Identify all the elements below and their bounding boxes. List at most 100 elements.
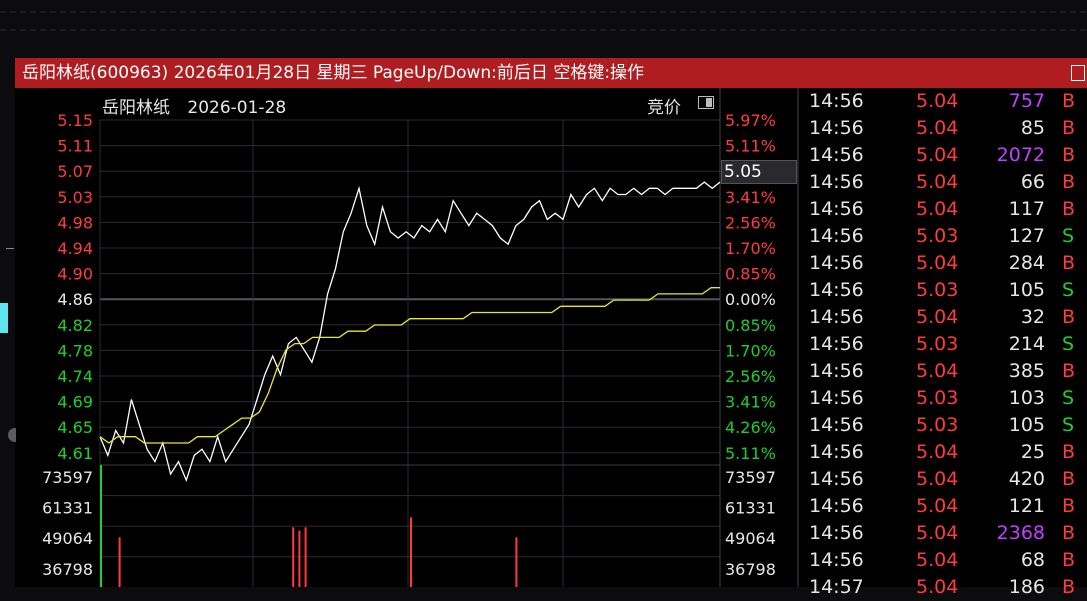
tick-time: 14:56 bbox=[809, 252, 864, 274]
tick-row[interactable]: 14:56 5.04 25 B bbox=[800, 439, 1087, 466]
price-axis-label: 4.98 bbox=[57, 213, 93, 232]
tick-direction: B bbox=[1062, 495, 1076, 517]
volume-bar bbox=[304, 527, 307, 587]
tick-row[interactable]: 14:56 5.04 385 B bbox=[800, 358, 1087, 385]
price-axis-label: 4.65 bbox=[57, 418, 93, 437]
price-axis-label: 4.74 bbox=[57, 367, 93, 386]
tick-volume: 105 bbox=[1008, 279, 1045, 301]
price-axis-label: 4.78 bbox=[57, 341, 93, 360]
volume-axis-label-right: 73597 bbox=[725, 468, 776, 487]
tick-price: 5.04 bbox=[916, 171, 959, 193]
intraday-chart[interactable]: 5.15 5.11 5.07 5.03 4.98 4.94 4.90 4.86 4.82 4.78… bbox=[0, 0, 800, 587]
tick-time: 14:56 bbox=[809, 387, 864, 409]
tick-row[interactable]: 14:56 5.03 103 S bbox=[800, 385, 1087, 412]
tick-time: 14:56 bbox=[809, 441, 864, 463]
tick-time: 14:56 bbox=[809, 279, 864, 301]
tick-volume: 385 bbox=[1008, 360, 1045, 382]
tick-time: 14:56 bbox=[809, 144, 864, 166]
percent-axis-label: 0.85% bbox=[725, 316, 776, 335]
tick-price: 5.04 bbox=[916, 306, 959, 328]
tick-row[interactable]: 14:56 5.03 105 S bbox=[800, 277, 1087, 304]
percent-axis-label: 2.56% bbox=[725, 213, 776, 232]
tick-time: 14:56 bbox=[809, 117, 864, 139]
price-axis-label: 5.03 bbox=[57, 188, 93, 207]
volume-bar bbox=[292, 527, 295, 587]
volume-axis-label-right: 61331 bbox=[725, 499, 776, 518]
tick-direction: B bbox=[1062, 522, 1076, 544]
percent-axis-label: 5.11% bbox=[725, 444, 776, 463]
current-price-tag: 5.05 bbox=[721, 160, 797, 184]
chart-header: 岳阳林纸 2026-01-28 bbox=[102, 93, 298, 118]
tick-row[interactable]: 14:56 5.04 121 B bbox=[800, 493, 1087, 520]
tick-time: 14:56 bbox=[809, 171, 864, 193]
percent-axis-label: 0.85% bbox=[725, 265, 776, 284]
tick-row[interactable]: 14:56 5.04 66 B bbox=[800, 169, 1087, 196]
chart-date: 2026-01-28 bbox=[187, 98, 287, 118]
tick-time: 14:56 bbox=[809, 549, 864, 571]
tick-direction: B bbox=[1062, 144, 1076, 166]
volume-axis-label-right: 36798 bbox=[725, 560, 776, 579]
tick-row[interactable]: 14:56 5.04 757 B bbox=[800, 88, 1087, 115]
volume-bar bbox=[298, 530, 301, 587]
tick-list[interactable]: 14:56 5.04 757 B 14:56 5.04 85 B 14:56 5.04 2072 B 1… bbox=[800, 88, 1087, 598]
tick-row[interactable]: 14:56 5.04 2368 B bbox=[800, 520, 1087, 547]
tick-volume: 420 bbox=[1008, 468, 1045, 490]
tick-direction: S bbox=[1062, 414, 1075, 436]
tick-direction: B bbox=[1062, 171, 1076, 193]
tick-price: 5.04 bbox=[916, 117, 959, 139]
tick-row[interactable]: 14:56 5.04 117 B bbox=[800, 196, 1087, 223]
auction-toggle-icon[interactable] bbox=[698, 96, 714, 109]
tick-volume: 186 bbox=[1008, 576, 1045, 598]
tick-direction: B bbox=[1062, 306, 1076, 328]
tick-time: 14:56 bbox=[809, 522, 864, 544]
tick-row[interactable]: 14:56 5.04 68 B bbox=[800, 547, 1087, 574]
stock-name: 岳阳林纸 bbox=[102, 98, 170, 118]
volume-axis-label: 36798 bbox=[42, 560, 93, 579]
percent-axis-label: 4.26% bbox=[725, 418, 776, 437]
tick-volume: 757 bbox=[1008, 90, 1045, 112]
window-close-icon[interactable] bbox=[1071, 65, 1085, 81]
tick-row[interactable]: 14:56 5.04 2072 B bbox=[800, 142, 1087, 169]
tick-row[interactable]: 14:56 5.04 420 B bbox=[800, 466, 1087, 493]
tick-row[interactable]: 14:56 5.04 284 B bbox=[800, 250, 1087, 277]
tick-direction: B bbox=[1062, 576, 1076, 598]
tick-direction: B bbox=[1062, 90, 1076, 112]
tick-volume: 2368 bbox=[996, 522, 1045, 544]
tick-row[interactable]: 14:57 5.04 186 B bbox=[800, 574, 1087, 601]
tick-price: 5.04 bbox=[916, 90, 959, 112]
tick-row[interactable]: 14:56 5.03 214 S bbox=[800, 331, 1087, 358]
tick-price: 5.04 bbox=[916, 198, 959, 220]
tick-row[interactable]: 14:56 5.03 127 S bbox=[800, 223, 1087, 250]
volume-axis-label: 61331 bbox=[42, 499, 93, 518]
tick-direction: S bbox=[1062, 333, 1075, 355]
price-axis-label: 5.07 bbox=[57, 162, 93, 181]
tick-volume: 32 bbox=[1020, 306, 1045, 328]
volume-bar bbox=[118, 537, 121, 587]
volume-bar bbox=[515, 537, 518, 587]
tick-row[interactable]: 14:56 5.04 32 B bbox=[800, 304, 1087, 331]
tick-price: 5.04 bbox=[916, 549, 959, 571]
volume-axis-label: 49064 bbox=[42, 529, 93, 548]
tick-price: 5.04 bbox=[916, 495, 959, 517]
auction-mode-label: 竞价 bbox=[647, 98, 681, 118]
percent-axis-label: 2.56% bbox=[725, 367, 776, 386]
tick-direction: B bbox=[1062, 441, 1076, 463]
tick-volume: 127 bbox=[1008, 225, 1045, 247]
tick-row[interactable]: 14:56 5.04 85 B bbox=[800, 115, 1087, 142]
tick-time: 14:56 bbox=[809, 306, 864, 328]
tick-price: 5.04 bbox=[916, 144, 959, 166]
percent-axis-label: 5.11% bbox=[725, 137, 776, 156]
volume-axis-label: 73597 bbox=[42, 468, 93, 487]
tick-row[interactable]: 14:56 5.03 105 S bbox=[800, 412, 1087, 439]
price-axis-label: 4.69 bbox=[57, 393, 93, 412]
tick-time: 14:56 bbox=[809, 468, 864, 490]
percent-axis-label: 0.00% bbox=[725, 290, 776, 309]
tick-volume: 105 bbox=[1008, 414, 1045, 436]
tick-time: 14:56 bbox=[809, 90, 864, 112]
price-axis-label: 5.11 bbox=[57, 137, 93, 156]
tick-volume: 284 bbox=[1008, 252, 1045, 274]
tick-direction: B bbox=[1062, 468, 1076, 490]
tick-time: 14:56 bbox=[809, 360, 864, 382]
tick-direction: B bbox=[1062, 549, 1076, 571]
percent-axis-label: 1.70% bbox=[725, 341, 776, 360]
